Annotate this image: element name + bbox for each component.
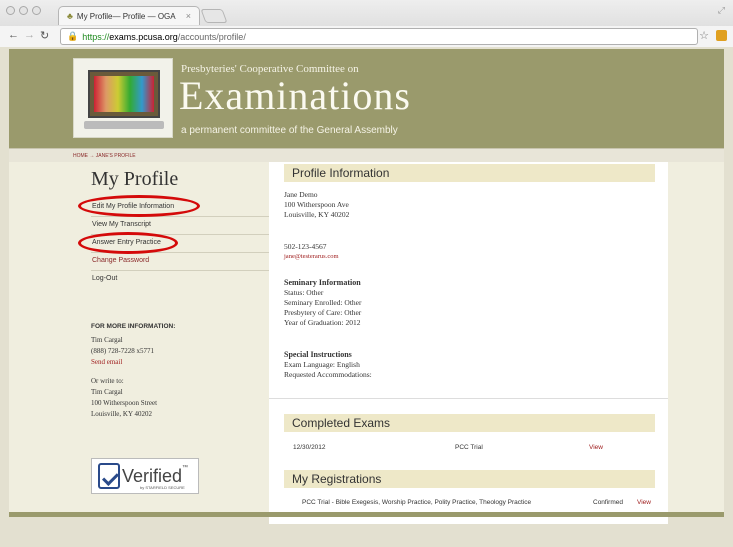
profile-name: Jane Demo bbox=[284, 190, 318, 199]
seminary-info: Seminary Information Status: Other Semin… bbox=[284, 278, 361, 328]
exam-language: Exam Language: English bbox=[284, 360, 360, 369]
seminary-status: Status: Other bbox=[284, 288, 324, 297]
exam-name: PCC Trial bbox=[455, 444, 483, 451]
address-street: 100 Witherspoon Street bbox=[91, 399, 158, 407]
profile-contact: 502-123-4567 jane@testerarus.com bbox=[284, 242, 339, 262]
tab-close-icon[interactable]: × bbox=[186, 11, 191, 21]
site-header: Presbyteries' Cooperative Committee on E… bbox=[9, 49, 724, 148]
verified-lock-icon bbox=[98, 463, 120, 489]
close-window-button[interactable] bbox=[6, 6, 15, 15]
new-tab-button[interactable] bbox=[200, 9, 228, 23]
contact-info: FOR MORE INFORMATION: Tim Cargal (888) 7… bbox=[91, 321, 266, 420]
registration-status: Confirmed bbox=[593, 499, 623, 506]
site-favicon-icon: ♣ bbox=[67, 11, 73, 21]
profile-address: Jane Demo 100 Witherspoon Ave Louisville… bbox=[284, 190, 349, 220]
address-bar[interactable]: 🔒 https://exams.pcusa.org/accounts/profi… bbox=[60, 28, 698, 45]
requested-accommodations: Requested Accommodations: bbox=[284, 370, 372, 379]
verified-trademark: ™ bbox=[182, 465, 189, 471]
profile-city: Louisville, KY 40202 bbox=[284, 210, 350, 219]
url-scheme: https:// bbox=[82, 31, 110, 42]
presbytery-of-care: Presbytery of Care: Other bbox=[284, 308, 362, 317]
browser-tab[interactable]: ♣ My Profile— Profile — OGA × bbox=[58, 6, 200, 25]
registrations-heading: My Registrations bbox=[284, 470, 655, 488]
registration-view-link[interactable]: View bbox=[637, 499, 651, 506]
address-name: Tim Cargal bbox=[91, 388, 123, 396]
section-divider bbox=[269, 398, 668, 399]
extension-icon[interactable] bbox=[716, 30, 727, 41]
profile-street: 100 Witherspoon Ave bbox=[284, 200, 349, 209]
tab-title: My Profile— Profile — OGA bbox=[76, 11, 176, 21]
browser-toolbar: ← → ↻ 🔒 https://exams.pcusa.org/accounts… bbox=[0, 26, 733, 47]
site-logo[interactable] bbox=[73, 58, 173, 138]
minimize-window-button[interactable] bbox=[19, 6, 28, 15]
profile-heading: Profile Information bbox=[284, 164, 655, 182]
keyboard-icon bbox=[84, 121, 164, 129]
sidebar-item-change-password[interactable]: Change Password bbox=[91, 253, 271, 271]
back-arrow-icon[interactable]: ← bbox=[8, 29, 19, 41]
main-panel: Profile Information Jane Demo 100 Wither… bbox=[269, 162, 668, 524]
profile-phone: 502-123-4567 bbox=[284, 242, 327, 251]
url-path: /accounts/profile/ bbox=[177, 31, 246, 42]
lock-icon: 🔒 bbox=[67, 31, 79, 41]
sidebar-item-logout[interactable]: Log-Out bbox=[91, 271, 271, 289]
completed-exams-heading: Completed Exams bbox=[284, 414, 655, 432]
profile-email-link[interactable]: jane@testerarus.com bbox=[284, 252, 339, 262]
verified-label: Verified bbox=[122, 465, 183, 486]
exam-view-link[interactable]: View bbox=[589, 444, 603, 451]
fullscreen-icon[interactable]: ⤢ bbox=[718, 5, 725, 16]
address-city: Louisville, KY 40202 bbox=[91, 410, 152, 418]
breadcrumb-separator: → bbox=[89, 153, 95, 159]
graduation-year: Year of Graduation: 2012 bbox=[284, 318, 361, 327]
header-subtitle: a permanent committee of the General Ass… bbox=[181, 125, 398, 136]
contact-name: Tim Cargal bbox=[91, 336, 123, 344]
reload-icon[interactable]: ↻ bbox=[40, 29, 49, 42]
contact-phone: (888) 728-7228 x5771 bbox=[91, 347, 154, 355]
computer-monitor-icon bbox=[88, 70, 160, 118]
sidebar-item-answer-entry-practice[interactable]: Answer Entry Practice bbox=[91, 235, 271, 253]
forward-arrow-icon[interactable]: → bbox=[24, 29, 35, 41]
send-email-link[interactable]: Send email bbox=[91, 357, 266, 368]
contact-heading: FOR MORE INFORMATION: bbox=[91, 323, 176, 330]
header-title: Examinations bbox=[179, 73, 411, 118]
footer-bar bbox=[9, 512, 724, 517]
sidebar-item-view-transcript[interactable]: View My Transcript bbox=[91, 217, 271, 235]
breadcrumb-current: JANE'S PROFILE bbox=[95, 153, 136, 159]
breadcrumb: HOME → JANE'S PROFILE bbox=[9, 148, 724, 162]
breadcrumb-home[interactable]: HOME bbox=[73, 153, 88, 159]
registration-name: PCC Trial - Bible Exegesis, Worship Prac… bbox=[302, 499, 532, 506]
window-controls bbox=[6, 6, 41, 15]
exam-date: 12/30/2012 bbox=[293, 444, 326, 451]
sidebar: My Profile Edit My Profile Information V… bbox=[73, 162, 271, 512]
sidebar-title: My Profile bbox=[91, 168, 179, 190]
seminary-enrolled: Seminary Enrolled: Other bbox=[284, 298, 362, 307]
verified-seal[interactable]: Verified ™ by STARFIELD SECURE bbox=[91, 458, 199, 494]
special-instructions: Special Instructions Exam Language: Engl… bbox=[284, 350, 372, 380]
zoom-window-button[interactable] bbox=[32, 6, 41, 15]
url-host: exams.pcusa.org bbox=[109, 31, 178, 42]
special-heading: Special Instructions bbox=[284, 350, 352, 359]
verified-subtext: by STARFIELD SECURE bbox=[140, 485, 185, 490]
sidebar-item-edit-profile[interactable]: Edit My Profile Information bbox=[91, 199, 271, 217]
bookmark-star-icon[interactable]: ☆ bbox=[699, 29, 709, 42]
sidebar-menu: Edit My Profile Information View My Tran… bbox=[91, 199, 271, 289]
write-to-label: Or write to: bbox=[91, 377, 124, 385]
seminary-heading: Seminary Information bbox=[284, 278, 361, 287]
page-content: My Profile Edit My Profile Information V… bbox=[9, 162, 724, 524]
browser-chrome: ♣ My Profile— Profile — OGA × ⤢ ← → ↻ 🔒 … bbox=[0, 0, 733, 47]
